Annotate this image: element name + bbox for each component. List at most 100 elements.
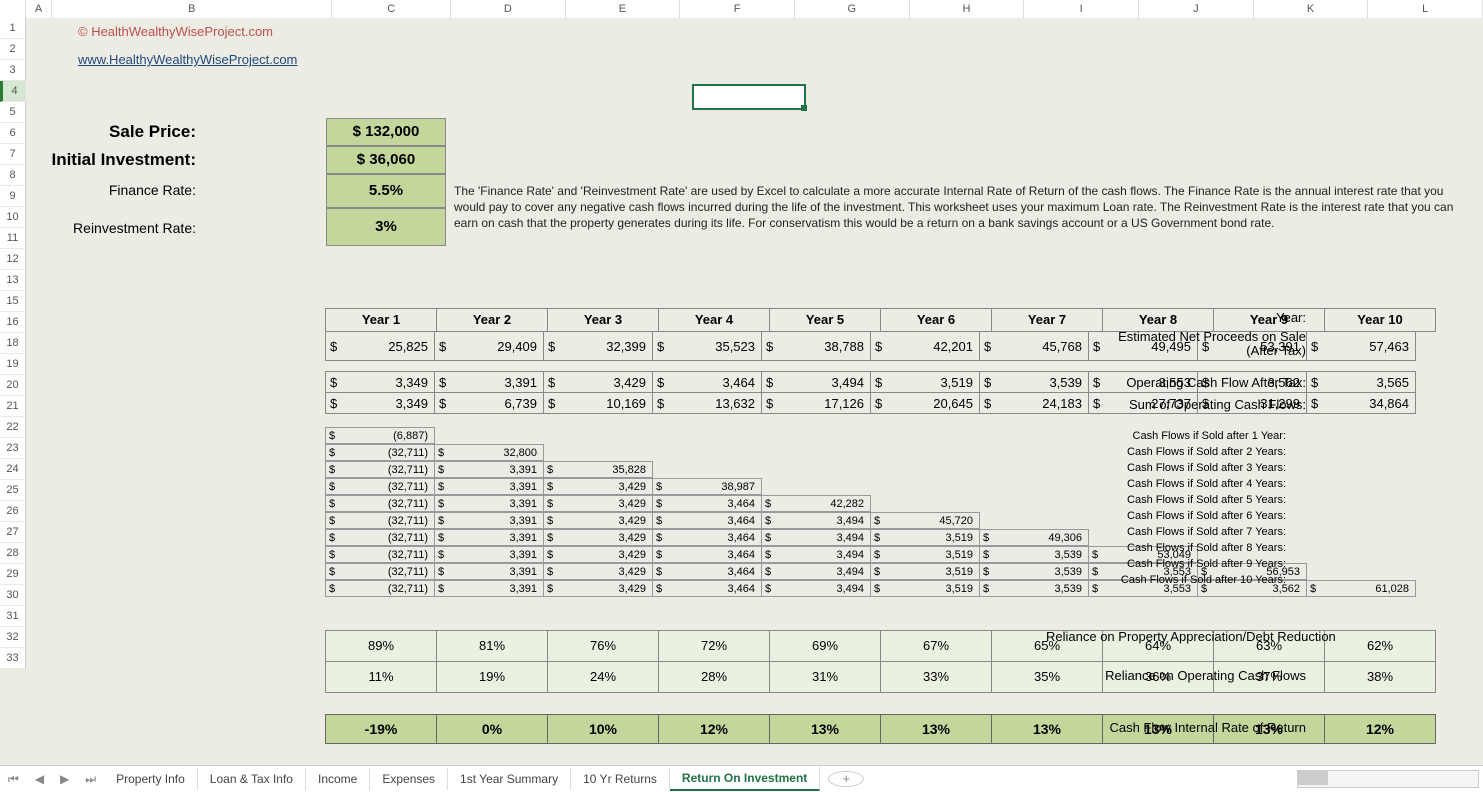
reliance-prop-cell[interactable]: 89% (325, 630, 437, 662)
cf-cell[interactable]: $35,828 (543, 461, 653, 478)
active-cell-F4[interactable] (692, 84, 806, 110)
row-33[interactable]: 33 (0, 648, 26, 669)
tab-nav-first[interactable]: ⏮ (0, 772, 27, 787)
cf-cell[interactable]: $3,391 (434, 529, 544, 546)
reliance-ocf-cell[interactable]: 19% (436, 661, 548, 693)
cf-cell[interactable]: $3,429 (543, 512, 653, 529)
cf-cell[interactable]: $3,464 (652, 546, 762, 563)
cf-cell[interactable]: $(6,887) (325, 427, 435, 444)
col-H[interactable]: H (910, 0, 1025, 18)
net-proceeds-cell[interactable]: $38,788 (761, 331, 871, 361)
cf-cell[interactable]: $3,391 (434, 461, 544, 478)
net-proceeds-cell[interactable]: $29,409 (434, 331, 544, 361)
year-header[interactable]: Year 5 (769, 308, 881, 332)
cf-cell[interactable]: $3,429 (543, 580, 653, 597)
cf-cell[interactable]: $38,987 (652, 478, 762, 495)
row-24[interactable]: 24 (0, 459, 26, 480)
cf-cell[interactable]: $45,720 (870, 512, 980, 529)
row-16[interactable]: 16 (0, 312, 26, 333)
cf-cell[interactable]: $3,391 (434, 478, 544, 495)
reliance-ocf-cell[interactable]: 33% (880, 661, 992, 693)
sum-cashflow-cell[interactable]: $3,349 (325, 392, 435, 414)
cf-cell[interactable]: $(32,711) (325, 478, 435, 495)
col-K[interactable]: K (1254, 0, 1369, 18)
op-cashflow-cell[interactable]: $3,464 (652, 371, 762, 393)
cf-cell[interactable]: $3,429 (543, 529, 653, 546)
irr-cell[interactable]: 0% (436, 714, 548, 744)
reliance-ocf-cell[interactable]: 11% (325, 661, 437, 693)
cf-cell[interactable]: $3,429 (543, 478, 653, 495)
col-A[interactable]: A (26, 0, 52, 18)
reliance-prop-cell[interactable]: 67% (880, 630, 992, 662)
op-cashflow-cell[interactable]: $3,391 (434, 371, 544, 393)
sheet-tab[interactable]: 1st Year Summary (448, 768, 571, 790)
cf-cell[interactable]: $3,464 (652, 563, 762, 580)
reliance-prop-cell[interactable]: 76% (547, 630, 659, 662)
year-header[interactable]: Year 6 (880, 308, 992, 332)
net-proceeds-cell[interactable]: $25,825 (325, 331, 435, 361)
col-E[interactable]: E (566, 0, 681, 18)
row-23[interactable]: 23 (0, 438, 26, 459)
add-sheet-button[interactable]: + (828, 771, 864, 787)
reinvestment-rate-value[interactable]: 3% (326, 208, 446, 246)
op-cashflow-cell[interactable]: $3,539 (979, 371, 1089, 393)
cf-cell[interactable]: $3,391 (434, 563, 544, 580)
cf-cell[interactable]: $3,539 (979, 563, 1089, 580)
cf-cell[interactable]: $3,519 (870, 580, 980, 597)
row-6[interactable]: 6 (0, 123, 26, 144)
col-D[interactable]: D (451, 0, 566, 18)
row-1[interactable]: 1 (0, 18, 26, 39)
row-19[interactable]: 19 (0, 354, 26, 375)
reliance-ocf-cell[interactable]: 24% (547, 661, 659, 693)
row-30[interactable]: 30 (0, 585, 26, 606)
row-8[interactable]: 8 (0, 165, 26, 186)
cf-cell[interactable]: $32,800 (434, 444, 544, 461)
op-cashflow-cell[interactable]: $3,429 (543, 371, 653, 393)
year-header[interactable]: Year 1 (325, 308, 437, 332)
reliance-prop-cell[interactable]: 62% (1324, 630, 1436, 662)
sheet-tab[interactable]: 10 Yr Returns (571, 768, 670, 790)
sum-cashflow-cell[interactable]: $13,632 (652, 392, 762, 414)
row-22[interactable]: 22 (0, 417, 26, 438)
cf-cell[interactable]: $3,429 (543, 563, 653, 580)
row-32[interactable]: 32 (0, 627, 26, 648)
net-proceeds-cell[interactable]: $57,463 (1306, 331, 1416, 361)
reliance-ocf-cell[interactable]: 38% (1324, 661, 1436, 693)
cf-cell[interactable]: $3,494 (761, 529, 871, 546)
sum-cashflow-cell[interactable]: $24,183 (979, 392, 1089, 414)
cf-cell[interactable]: $(32,711) (325, 461, 435, 478)
col-G[interactable]: G (795, 0, 910, 18)
sheet-tab[interactable]: Loan & Tax Info (198, 768, 306, 790)
row-25[interactable]: 25 (0, 480, 26, 501)
cf-cell[interactable]: $3,539 (979, 546, 1089, 563)
cf-cell[interactable]: $3,519 (870, 546, 980, 563)
col-J[interactable]: J (1139, 0, 1254, 18)
cf-cell[interactable]: $3,391 (434, 580, 544, 597)
sheet-tab[interactable]: Expenses (370, 768, 448, 790)
col-C[interactable]: C (332, 0, 451, 18)
horizontal-scrollbar[interactable] (1297, 770, 1479, 788)
sale-price-value[interactable]: $ 132,000 (326, 118, 446, 146)
row-5[interactable]: 5 (0, 102, 26, 123)
cf-cell[interactable]: $3,519 (870, 529, 980, 546)
sum-cashflow-cell[interactable]: $17,126 (761, 392, 871, 414)
row-28[interactable]: 28 (0, 543, 26, 564)
cf-cell[interactable]: $3,519 (870, 563, 980, 580)
row-20[interactable]: 20 (0, 375, 26, 396)
irr-cell[interactable]: 12% (658, 714, 770, 744)
website-link[interactable]: www.HealthyWealthyWiseProject.com (78, 52, 297, 67)
row-21[interactable]: 21 (0, 396, 26, 417)
initial-investment-value[interactable]: $ 36,060 (326, 146, 446, 174)
cf-cell[interactable]: $3,494 (761, 563, 871, 580)
reliance-prop-cell[interactable]: 81% (436, 630, 548, 662)
row-27[interactable]: 27 (0, 522, 26, 543)
irr-cell[interactable]: 13% (880, 714, 992, 744)
grid-area[interactable]: © HealthWealthyWiseProject.com www.Healt… (26, 18, 1483, 766)
op-cashflow-cell[interactable]: $3,565 (1306, 371, 1416, 393)
sheet-tab[interactable]: Property Info (104, 768, 198, 790)
net-proceeds-cell[interactable]: $35,523 (652, 331, 762, 361)
op-cashflow-cell[interactable]: $3,519 (870, 371, 980, 393)
cf-cell[interactable]: $(32,711) (325, 495, 435, 512)
cf-cell[interactable]: $(32,711) (325, 580, 435, 597)
reliance-ocf-cell[interactable]: 28% (658, 661, 770, 693)
